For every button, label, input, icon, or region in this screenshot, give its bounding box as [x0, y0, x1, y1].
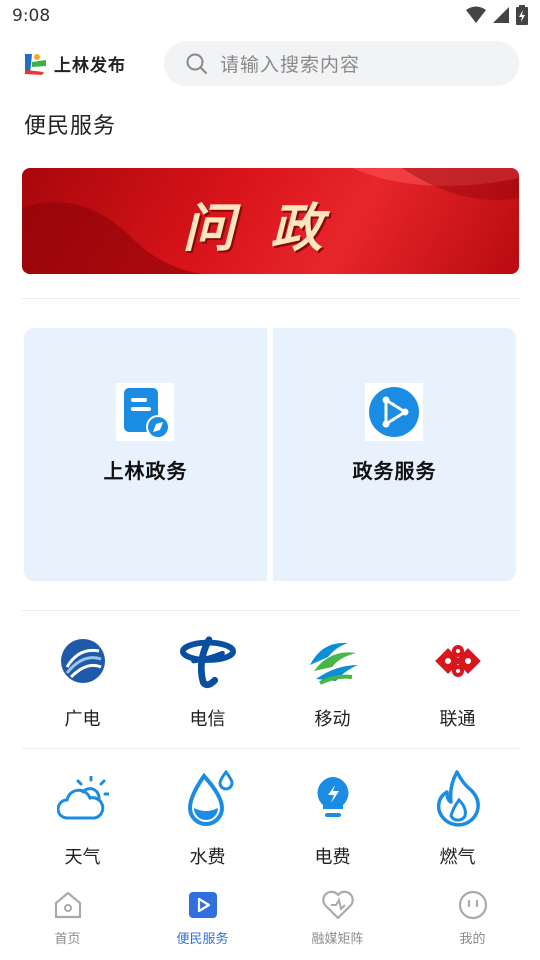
logo-icon [25, 53, 46, 75]
telecom-row: 广电 电信 移动 联通 [20, 633, 520, 731]
card-shanglin-zhengwu[interactable]: 上林政务 [24, 328, 267, 581]
service-label: 电费 [314, 847, 351, 868]
service-label: 电信 [189, 709, 226, 730]
smile-icon [458, 890, 487, 920]
service-guangdian[interactable]: 广电 [20, 633, 145, 731]
tab-label: 融媒矩阵 [311, 932, 364, 947]
service-shuifei[interactable]: 水费 [145, 770, 270, 869]
signal-icon [493, 7, 509, 23]
bottom-tab-bar: 首页 便民服务 融媒矩阵 我的 [0, 884, 540, 960]
banner-title: 问政 [182, 199, 359, 259]
tab-label: 我的 [459, 932, 486, 947]
service-label: 移动 [314, 709, 351, 730]
wifi-icon [466, 6, 486, 23]
service-dianfei[interactable]: 电费 [270, 771, 395, 869]
tab-label: 首页 [54, 932, 81, 947]
utilities-row: 天气 水费 电费 燃气 [20, 770, 520, 869]
tab-label: 便民服务 [176, 932, 229, 947]
service-ranqi[interactable]: 燃气 [395, 770, 520, 869]
unicom-logo-icon [430, 633, 486, 689]
search-input[interactable]: 请输入搜索内容 [164, 41, 519, 86]
service-dianxin[interactable]: 电信 [145, 633, 270, 731]
water-drop-icon [180, 770, 236, 827]
status-icons [466, 5, 528, 25]
app-header: 上林发布 请输入搜索内容 [0, 38, 540, 90]
flame-icon [430, 770, 486, 827]
status-time: 9:08 [12, 6, 51, 26]
heart-icon [321, 890, 354, 920]
divider [22, 610, 519, 611]
app-logo[interactable]: 上林发布 [22, 51, 126, 76]
divider [22, 298, 519, 299]
card-icon-wrap [116, 383, 174, 441]
service-label: 联通 [439, 709, 476, 730]
card-label: 上林政务 [103, 459, 188, 483]
tab-home[interactable]: 首页 [0, 884, 135, 960]
service-label: 水费 [189, 847, 226, 868]
card-zhengwu-fuwu[interactable]: 政务服务 [273, 328, 516, 581]
battery-icon [516, 5, 528, 25]
search-placeholder: 请输入搜索内容 [220, 54, 361, 76]
logo-text: 上林发布 [54, 56, 126, 76]
document-compass-icon [124, 388, 170, 439]
service-label: 燃气 [439, 847, 476, 868]
tab-media-matrix[interactable]: 融媒矩阵 [270, 884, 405, 960]
weather-icon [55, 771, 111, 827]
status-bar: 9:08 [0, 0, 540, 34]
telecom-logo-icon [179, 633, 236, 689]
play-square-icon [188, 892, 217, 918]
wenzheng-banner[interactable]: 问政 [22, 168, 519, 274]
tab-me[interactable]: 我的 [405, 884, 540, 960]
page-title: 便民服务 [24, 114, 117, 139]
card-label: 政务服务 [352, 459, 437, 483]
search-icon [186, 53, 207, 74]
service-label: 天气 [64, 847, 101, 868]
service-yidong[interactable]: 移动 [270, 633, 395, 731]
service-liantong[interactable]: 联通 [395, 633, 520, 731]
tab-convenience-services[interactable]: 便民服务 [135, 884, 270, 960]
broadcast-logo-icon [55, 633, 111, 689]
share-nodes-icon [369, 387, 419, 437]
card-icon-wrap [365, 383, 423, 441]
home-icon [54, 891, 81, 919]
divider [22, 748, 519, 749]
service-label: 广电 [64, 709, 101, 730]
service-tianqi[interactable]: 天气 [20, 771, 145, 869]
lightbulb-icon [305, 771, 361, 827]
mobile-logo-icon [305, 633, 361, 689]
